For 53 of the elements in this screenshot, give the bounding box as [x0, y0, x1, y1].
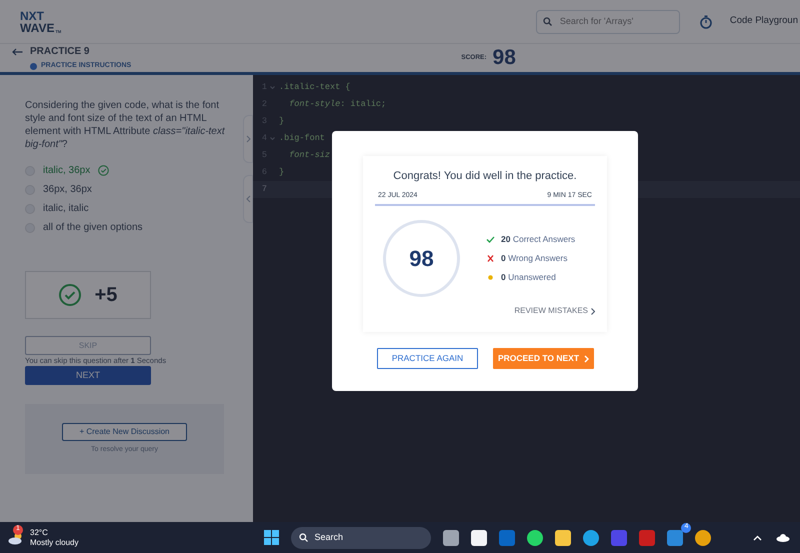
stopwatch-icon[interactable] — [700, 14, 712, 28]
code-line: .big-font — [278, 132, 325, 145]
back-arrow-icon[interactable] — [12, 48, 23, 56]
score-value: 98 — [492, 45, 516, 72]
windows-start-icon[interactable] — [264, 530, 280, 545]
create-discussion-button[interactable]: + Create New Discussion — [62, 423, 187, 441]
search-bar[interactable]: Search for 'Arrays' — [536, 10, 680, 34]
chevron-left-icon — [246, 195, 250, 203]
check-icon — [486, 236, 495, 243]
weather-condition-text: Mostly cloudy — [30, 538, 78, 548]
dialog-title: Congrats! You did well in the practice. — [392, 169, 578, 184]
review-mistakes-link[interactable]: REVIEW MISTAKES — [514, 305, 595, 317]
chevron-right-icon — [246, 135, 250, 143]
chevron-right-icon — [591, 308, 595, 314]
dot-icon — [486, 274, 495, 281]
question-text: Considering the given code, what is the font style and font size of the text of an HTML element with HTML Attribute class="italic-text big-font"? — [25, 99, 226, 151]
option-label[interactable]: italic, italic — [43, 201, 89, 216]
logo-text: NXT — [20, 10, 45, 22]
points-text: +5 — [94, 283, 118, 308]
temperature-text: 32°C — [30, 528, 49, 538]
search-icon — [299, 533, 308, 542]
check-circle-icon — [58, 284, 81, 306]
search-icon — [542, 17, 552, 26]
app-icon[interactable] — [499, 530, 516, 546]
app-icon[interactable] — [611, 530, 628, 546]
cross-icon — [486, 255, 495, 262]
code-playground-link[interactable]: Code Playgroun — [730, 14, 798, 29]
stat-text: 0 Wrong Answers — [501, 252, 568, 265]
proceed-button[interactable]: PROCEED TO NEXT — [493, 348, 594, 369]
next-button[interactable]: NEXT — [25, 366, 151, 386]
line-number: 7 — [260, 183, 268, 196]
option-label[interactable]: 36px, 36px — [43, 182, 92, 197]
practice-again-button[interactable]: PRACTICE AGAIN — [377, 348, 478, 369]
code-line: font-siz — [288, 149, 330, 162]
info-icon — [30, 63, 37, 70]
stat-text: 0 Unanswered — [501, 271, 556, 284]
score-ring: 98 — [383, 220, 460, 297]
chevron-right-icon — [584, 354, 590, 362]
stat-text: 20 Correct Answers — [501, 233, 576, 246]
option-label[interactable]: italic, 36px — [43, 163, 90, 178]
option-label[interactable]: all of the given options — [43, 220, 143, 235]
cloud-icon[interactable] — [776, 533, 790, 542]
app-icon[interactable] — [667, 530, 684, 546]
practice-title: PRACTICE 9 — [30, 45, 90, 60]
logo-text: WAVE — [20, 22, 54, 34]
code-line: } — [278, 115, 284, 128]
check-circle-icon — [98, 165, 110, 176]
search-input[interactable]: Search for 'Arrays' — [558, 14, 668, 30]
taskbar-search[interactable]: Search — [291, 526, 432, 548]
code-line: font-style: italic; — [288, 98, 386, 111]
code-line: } — [278, 166, 284, 179]
chevron-up-icon[interactable] — [753, 534, 762, 540]
code-line: .italic-text { — [278, 81, 350, 94]
